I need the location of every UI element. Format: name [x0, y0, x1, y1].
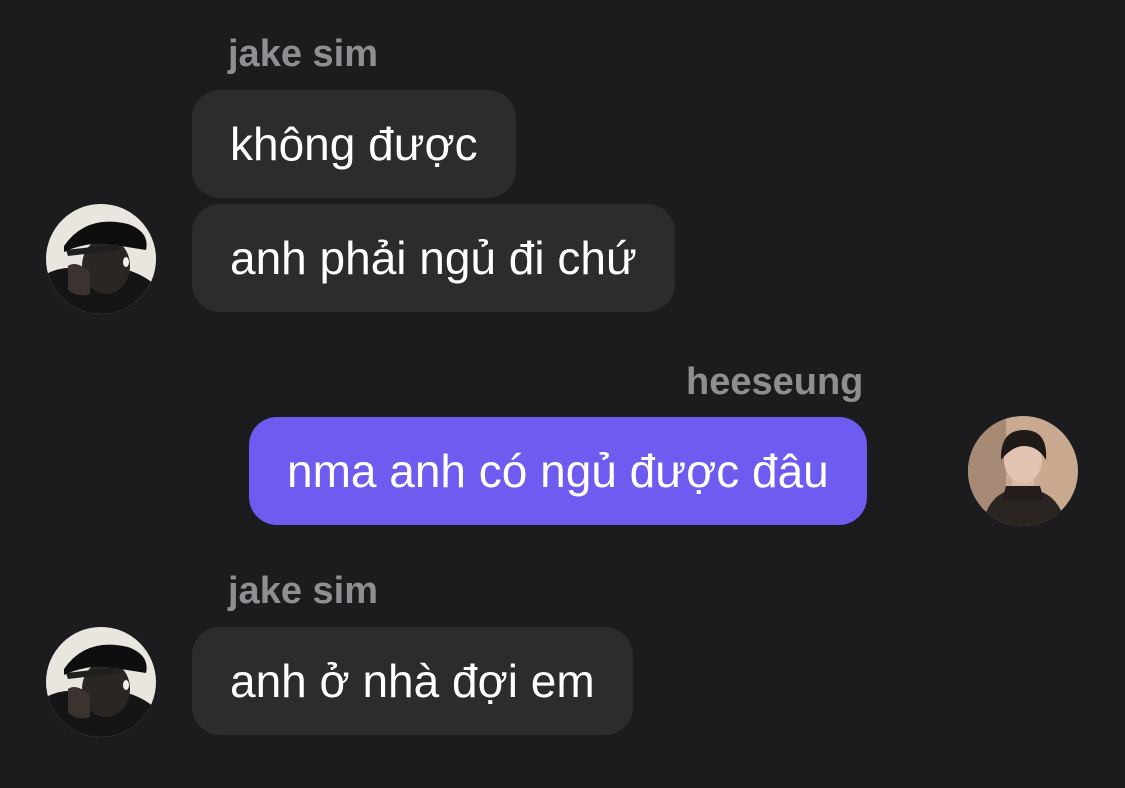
chat-thread: jake sim không được anh phải ngủ đi chứ … [0, 0, 1125, 788]
jake-sim-avatar[interactable] [46, 627, 156, 737]
message-bubble[interactable]: không được [192, 90, 516, 198]
sender-name: jake sim [228, 570, 378, 612]
message-bubble[interactable]: nma anh có ngủ được đâu [249, 417, 867, 525]
sender-name: heeseung [686, 361, 864, 403]
jake-sim-avatar[interactable] [46, 204, 156, 314]
sender-name: jake sim [228, 33, 378, 75]
message-bubble[interactable]: anh phải ngủ đi chứ [192, 204, 675, 312]
heeseung-avatar[interactable] [968, 416, 1078, 526]
message-bubble[interactable]: anh ở nhà đợi em [192, 627, 633, 735]
